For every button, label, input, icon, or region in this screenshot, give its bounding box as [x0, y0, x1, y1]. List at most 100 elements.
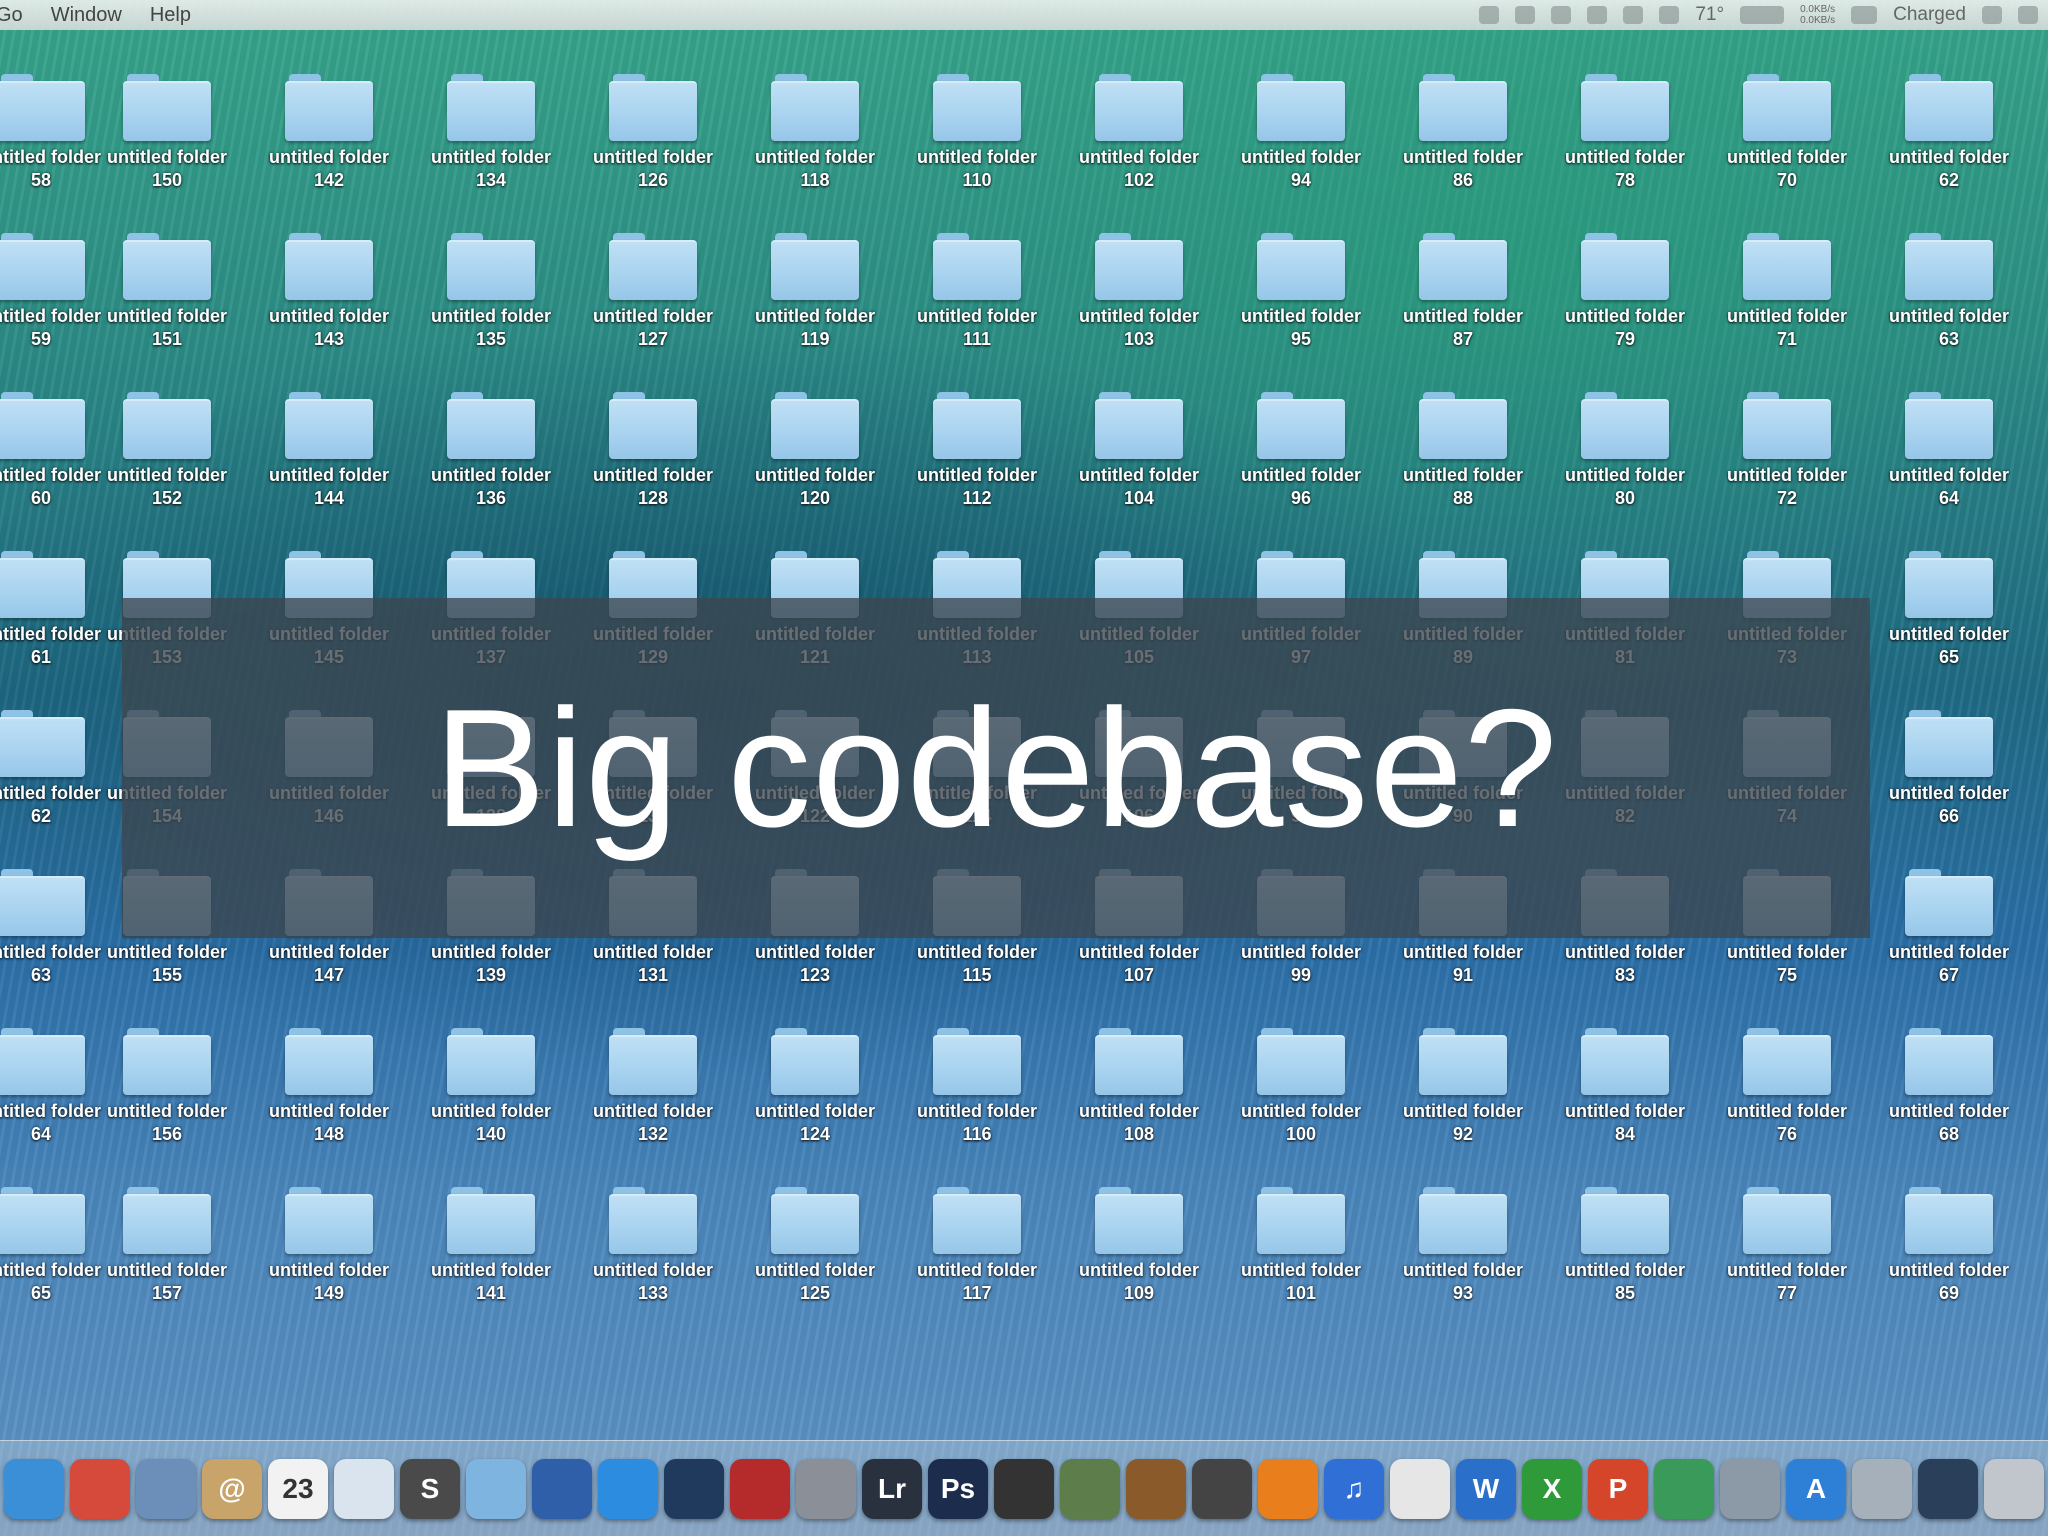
- desktop-folder[interactable]: untitled folder 92: [1388, 1006, 1538, 1146]
- desktop-folder[interactable]: untitled folder 68: [1874, 1006, 2024, 1146]
- iphoto-icon[interactable]: [1060, 1458, 1120, 1519]
- network-speed[interactable]: 0.0KB/s 0.0KB/s: [1800, 4, 1835, 26]
- desktop-folder[interactable]: untitled folder 66: [1874, 688, 2024, 828]
- desktop-folder[interactable]: untitled folder 102: [1064, 52, 1214, 192]
- preview-icon[interactable]: [334, 1458, 394, 1519]
- desktop-folder[interactable]: untitled folder 128: [578, 370, 728, 510]
- cpu-graph-icon[interactable]: [1740, 6, 1785, 24]
- calendar-icon[interactable]: 23: [268, 1458, 328, 1519]
- network-globe-icon[interactable]: [1654, 1458, 1714, 1519]
- desktop-folder[interactable]: untitled folder 110: [902, 52, 1052, 192]
- word-icon[interactable]: W: [1456, 1458, 1516, 1519]
- desktop-folder[interactable]: untitled folder 104: [1064, 370, 1214, 510]
- desktop-folder[interactable]: untitled folder 70: [1712, 52, 1862, 192]
- automator-icon[interactable]: [796, 1458, 856, 1519]
- desktop-folder[interactable]: untitled folder 132: [578, 1006, 728, 1146]
- disk-utility-icon[interactable]: [1192, 1458, 1252, 1519]
- screenflow-icon[interactable]: [664, 1458, 724, 1519]
- desktop-folder[interactable]: untitled folder 116: [902, 1006, 1052, 1146]
- desktop-folder[interactable]: untitled folder 141: [416, 1165, 566, 1305]
- photoshop-icon[interactable]: Ps: [928, 1458, 988, 1519]
- desktop-folder[interactable]: untitled folder 156: [92, 1006, 242, 1146]
- excel-icon[interactable]: X: [1522, 1458, 1582, 1519]
- desktop-folder[interactable]: untitled folder 118: [740, 52, 890, 192]
- menu-help[interactable]: Help: [136, 4, 205, 27]
- desktop-folder[interactable]: untitled folder 148: [254, 1006, 404, 1146]
- desktop-folder[interactable]: untitled folder 80: [1550, 370, 1700, 510]
- finder-icon[interactable]: [4, 1458, 64, 1519]
- desktop-folder[interactable]: untitled folder 72: [1712, 370, 1862, 510]
- sublime-icon[interactable]: S: [400, 1458, 460, 1519]
- desktop-folder[interactable]: untitled folder 86: [1388, 52, 1538, 192]
- desktop-folder[interactable]: untitled folder 67: [1874, 847, 2024, 987]
- desktop-folder[interactable]: untitled folder 71: [1712, 211, 1862, 351]
- wireless-diagnostics-icon[interactable]: [1852, 1458, 1912, 1519]
- battery-icon[interactable]: [1851, 6, 1878, 24]
- desktop-folder[interactable]: untitled folder 157: [92, 1165, 242, 1305]
- directory-utility-icon[interactable]: [1720, 1458, 1780, 1519]
- desktop-folder[interactable]: untitled folder 112: [902, 370, 1052, 510]
- desktop-folder[interactable]: untitled folder 150: [92, 52, 242, 192]
- temperature-readout[interactable]: 71°: [1695, 4, 1724, 26]
- virtualbox-icon[interactable]: [532, 1458, 592, 1519]
- desktop-folder[interactable]: untitled folder 151: [92, 211, 242, 351]
- desktop-folder[interactable]: untitled folder 126: [578, 52, 728, 192]
- volume-icon[interactable]: [2018, 6, 2038, 24]
- desktop-folder[interactable]: untitled folder 65: [1874, 529, 2024, 669]
- desktop-folder[interactable]: untitled folder 109: [1064, 1165, 1214, 1305]
- desktop-folder[interactable]: untitled folder 142: [254, 52, 404, 192]
- dropbox-folder-icon[interactable]: [466, 1458, 526, 1519]
- desktop-folder[interactable]: untitled folder 119: [740, 211, 890, 351]
- itunes-icon[interactable]: ♫: [1324, 1458, 1384, 1519]
- desktop-folder[interactable]: untitled folder 133: [578, 1165, 728, 1305]
- desktop-folder[interactable]: untitled folder 124: [740, 1006, 890, 1146]
- desktop-folder[interactable]: untitled folder 62: [1874, 52, 2024, 192]
- desktop-folder[interactable]: untitled folder 140: [416, 1006, 566, 1146]
- desktop-folder[interactable]: untitled folder 111: [902, 211, 1052, 351]
- desktop-folder[interactable]: untitled folder 144: [254, 370, 404, 510]
- desktop-folder[interactable]: untitled folder 64: [1874, 370, 2024, 510]
- desktop-folder[interactable]: untitled folder 79: [1550, 211, 1700, 351]
- teamviewer-icon[interactable]: [598, 1458, 658, 1519]
- desktop-folder[interactable]: untitled folder 149: [254, 1165, 404, 1305]
- desktop-folder[interactable]: untitled folder 88: [1388, 370, 1538, 510]
- desktop-folder[interactable]: untitled folder 87: [1388, 211, 1538, 351]
- desktop-folder[interactable]: untitled folder 143: [254, 211, 404, 351]
- desktop-folder[interactable]: untitled folder 152: [92, 370, 242, 510]
- trash-icon[interactable]: [1984, 1458, 2044, 1519]
- desktop-folder[interactable]: untitled folder 63: [1874, 211, 2024, 351]
- shield-icon[interactable]: [1551, 6, 1572, 24]
- vlc-icon[interactable]: [1258, 1458, 1318, 1519]
- desktop-folder[interactable]: untitled folder 120: [740, 370, 890, 510]
- desktop-folder[interactable]: untitled folder 93: [1388, 1165, 1538, 1305]
- desktop-folder[interactable]: untitled folder 101: [1226, 1165, 1376, 1305]
- desktop-folder[interactable]: untitled folder 96: [1226, 370, 1376, 510]
- desktop-folder[interactable]: untitled folder 85: [1550, 1165, 1700, 1305]
- lightroom-icon[interactable]: Lr: [862, 1458, 922, 1519]
- desktop-folder[interactable]: untitled folder 94: [1226, 52, 1376, 192]
- time-machine-icon[interactable]: [1982, 6, 2002, 24]
- airplay-icon[interactable]: [1623, 6, 1644, 24]
- desktop-folder[interactable]: untitled folder 125: [740, 1165, 890, 1305]
- mail-stamp-icon[interactable]: [136, 1458, 196, 1519]
- desktop-folder[interactable]: untitled folder 100: [1226, 1006, 1376, 1146]
- sync-icon[interactable]: [1479, 6, 1500, 24]
- contacts-icon[interactable]: @: [202, 1458, 262, 1519]
- desktop-folder[interactable]: untitled folder 69: [1874, 1165, 2024, 1305]
- menu-go[interactable]: Go: [0, 4, 37, 27]
- powerpoint-icon[interactable]: P: [1588, 1458, 1648, 1519]
- memory-icon[interactable]: [1659, 6, 1680, 24]
- google-drive-icon[interactable]: [1515, 6, 1536, 24]
- desktop-folder[interactable]: untitled folder 135: [416, 211, 566, 351]
- final-cut-icon[interactable]: [994, 1458, 1054, 1519]
- desktop-folder[interactable]: untitled folder 127: [578, 211, 728, 351]
- desktop-folder[interactable]: untitled folder 108: [1064, 1006, 1214, 1146]
- dots-icon[interactable]: [1587, 6, 1608, 24]
- photo-booth-icon[interactable]: [730, 1458, 790, 1519]
- menu-window[interactable]: Window: [37, 4, 136, 27]
- desktop-folder[interactable]: untitled folder 117: [902, 1165, 1052, 1305]
- desktop-folder[interactable]: untitled folder 78: [1550, 52, 1700, 192]
- desktop-folder[interactable]: untitled folder 77: [1712, 1165, 1862, 1305]
- battery-status[interactable]: Charged: [1893, 4, 1966, 26]
- desktop-folder[interactable]: untitled folder 136: [416, 370, 566, 510]
